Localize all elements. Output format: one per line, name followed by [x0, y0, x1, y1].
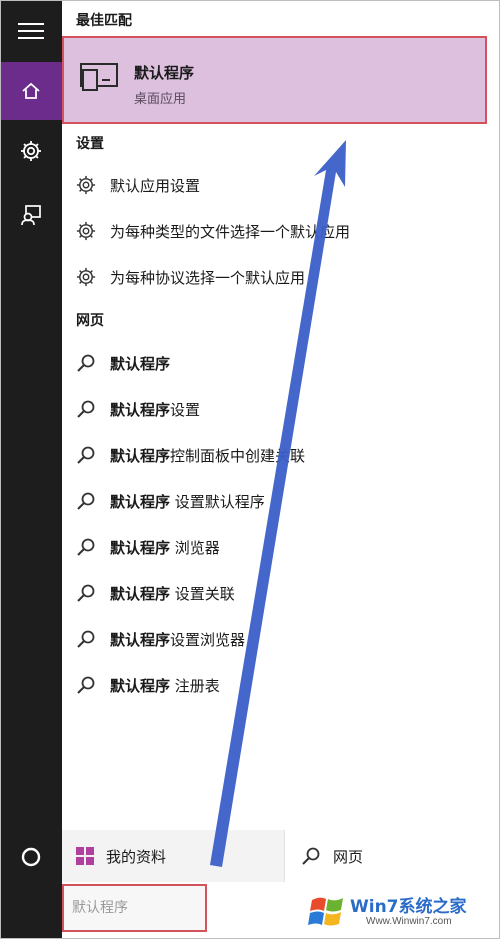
web-result-suffix: 设置默认程序: [170, 492, 265, 511]
feedback-button[interactable]: [0, 186, 62, 244]
web-result-label: 默认程序设置浏览器: [110, 629, 245, 650]
web-result-item[interactable]: 默认程序控制面板中创建关联: [74, 440, 474, 470]
watermark-brand: Win7系统之家: [350, 897, 467, 917]
my-data-label: 我的资料: [106, 847, 167, 866]
web-result-query: 默认程序: [110, 354, 171, 373]
hamburger-menu-icon: [18, 23, 44, 39]
web-result-item[interactable]: 默认程序 设置关联: [74, 578, 474, 608]
web-search-button[interactable]: 网页: [284, 830, 495, 882]
settings-item-label: 默认应用设置: [110, 176, 201, 195]
web-result-query: 默认程序: [110, 492, 171, 511]
search-box[interactable]: [62, 884, 207, 932]
best-match-title: 默认程序: [134, 64, 195, 82]
search-input[interactable]: [72, 897, 192, 919]
web-result-suffix: 设置: [170, 400, 201, 419]
cortana-circle-icon: [21, 847, 41, 867]
search-icon: [302, 847, 320, 865]
web-result-label: 默认程序 浏览器: [110, 537, 220, 558]
settings-header: 设置: [76, 136, 104, 152]
search-icon: [77, 492, 95, 510]
web-result-query: 默认程序: [110, 584, 171, 603]
windows-flag-logo-icon: [308, 897, 343, 926]
web-result-suffix: 注册表: [170, 676, 220, 695]
results-panel: 最佳匹配 默认程序 桌面应用 设置 默认应用设置 为每种类型的文件选择一个默认应…: [62, 0, 495, 939]
settings-item[interactable]: 为每种类型的文件选择一个默认应用: [74, 216, 474, 246]
desktop-app-icon: [80, 63, 118, 91]
web-result-item[interactable]: 默认程序设置浏览器: [74, 624, 474, 654]
gear-icon: [76, 221, 96, 241]
web-result-label: 默认程序 设置关联: [110, 583, 235, 604]
web-result-label: 默认程序 设置默认程序: [110, 491, 265, 512]
left-rail: [0, 0, 62, 939]
bottom-bar: 我的资料 网页: [62, 830, 495, 882]
web-search-label: 网页: [333, 847, 364, 866]
home-icon: [22, 82, 40, 99]
settings-item-label: 为每种类型的文件选择一个默认应用: [110, 222, 351, 241]
web-result-item[interactable]: 默认程序设置: [74, 394, 474, 424]
search-icon: [77, 584, 95, 602]
settings-item[interactable]: 为每种协议选择一个默认应用: [74, 262, 474, 292]
best-match-header: 最佳匹配: [76, 13, 132, 29]
web-result-item[interactable]: 默认程序 浏览器: [74, 532, 474, 562]
web-result-item[interactable]: 默认程序 注册表: [74, 670, 474, 700]
search-icon: [77, 354, 95, 372]
web-result-query: 默认程序: [110, 400, 171, 419]
gear-icon: [76, 267, 96, 287]
web-result-query: 默认程序: [110, 630, 171, 649]
web-result-suffix: 设置关联: [170, 584, 235, 603]
hamburger-menu-button[interactable]: [0, 2, 62, 60]
web-result-label: 默认程序: [110, 353, 170, 374]
web-result-query: 默认程序: [110, 538, 171, 557]
web-result-item[interactable]: 默认程序: [74, 348, 474, 378]
settings-item-label: 为每种协议选择一个默认应用: [110, 268, 306, 287]
web-result-label: 默认程序 注册表: [110, 675, 220, 696]
search-icon: [77, 446, 95, 464]
web-header: 网页: [76, 313, 104, 329]
windows-logo-icon: [76, 847, 94, 865]
start-search-panel: 最佳匹配 默认程序 桌面应用 设置 默认应用设置 为每种类型的文件选择一个默认应…: [0, 0, 500, 939]
search-icon: [77, 676, 95, 694]
feedback-icon: [21, 205, 41, 226]
gear-icon: [76, 175, 96, 195]
best-match-item[interactable]: 默认程序 桌面应用: [62, 36, 487, 124]
web-result-query: 默认程序: [110, 676, 171, 695]
home-button[interactable]: [0, 62, 62, 120]
settings-button[interactable]: [0, 122, 62, 180]
web-result-label: 默认程序设置: [110, 399, 200, 420]
watermark: Win7系统之家 Www.Winwin7.com: [308, 892, 498, 932]
web-result-suffix: 控制面板中创建关联: [170, 446, 306, 465]
my-data-button[interactable]: 我的资料: [62, 830, 276, 882]
search-icon: [77, 630, 95, 648]
web-result-label: 默认程序控制面板中创建关联: [110, 445, 305, 466]
cortana-button[interactable]: [0, 828, 62, 886]
search-icon: [77, 400, 95, 418]
web-result-item[interactable]: 默认程序 设置默认程序: [74, 486, 474, 516]
best-match-subtitle: 桌面应用: [134, 92, 187, 107]
web-result-query: 默认程序: [110, 446, 171, 465]
web-result-suffix: 设置浏览器: [170, 630, 246, 649]
search-icon: [77, 538, 95, 556]
settings-item[interactable]: 默认应用设置: [74, 170, 474, 200]
gear-icon: [21, 141, 41, 161]
watermark-url: Www.Winwin7.com: [366, 916, 452, 927]
web-result-suffix: 浏览器: [170, 538, 220, 557]
